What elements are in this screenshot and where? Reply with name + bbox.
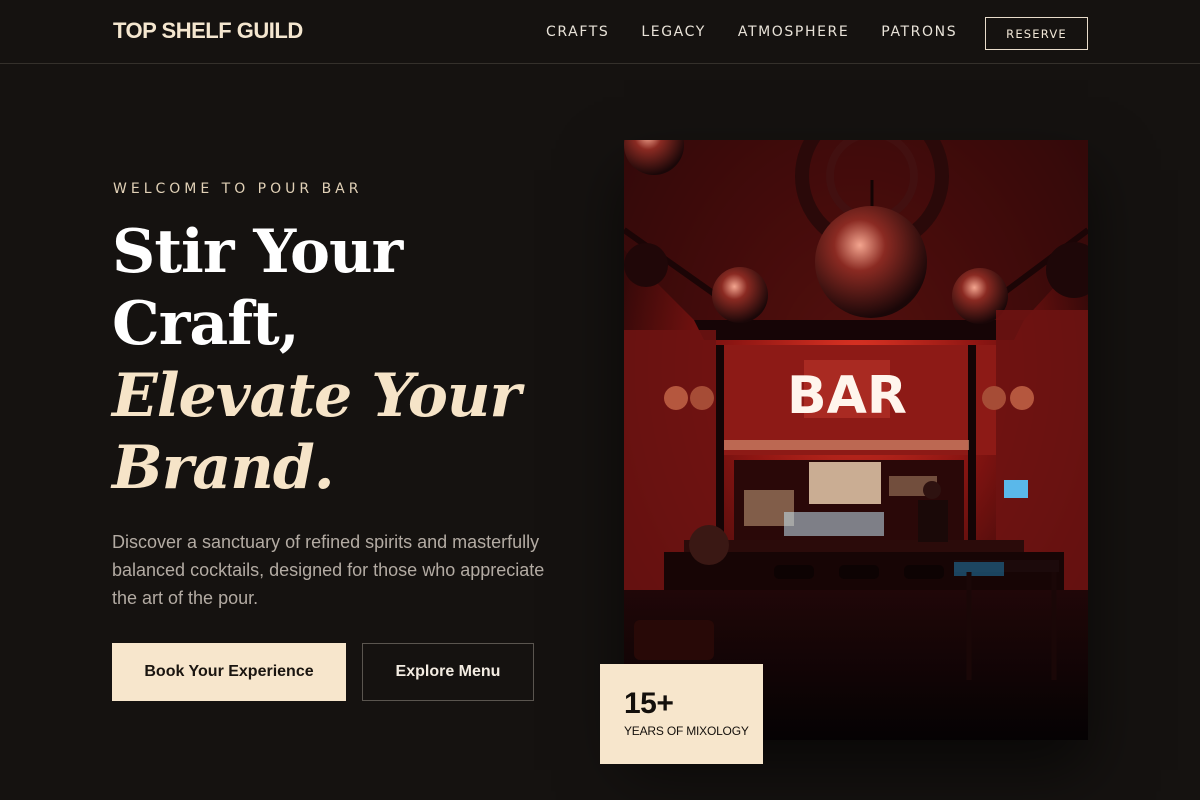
site-header: TOP SHELF GUILD CRAFTS LEGACY ATMOSPHERE… [0,0,1200,64]
headline-line-1: Stir Your [112,217,403,287]
bar-interior-photo: BAR [624,140,1088,740]
nav-link-legacy[interactable]: LEGACY [641,24,706,40]
hero-eyebrow: WELCOME TO POUR BAR [113,181,363,197]
experience-badge: 15+ YEARS OF MIXOLOGY [600,664,763,764]
reserve-button[interactable]: RESERVE [985,17,1088,50]
badge-number: 15+ [624,687,674,720]
hero-headline: Stir Your Craft, Elevate Your Brand. [112,216,582,504]
nav-link-crafts[interactable]: CRAFTS [546,24,609,40]
headline-line-2: Craft, [112,289,300,359]
nav-link-patrons[interactable]: PATRONS [881,24,957,40]
headline-accent-line-1: Elevate Your [112,361,521,431]
nav-link-atmosphere[interactable]: ATMOSPHERE [738,24,849,40]
book-experience-button[interactable]: Book Your Experience [112,643,346,701]
main-nav: CRAFTS LEGACY ATMOSPHERE PATRONS [546,24,989,40]
explore-menu-button[interactable]: Explore Menu [362,643,534,701]
hero-description: Discover a sanctuary of refined spirits … [112,532,545,608]
bar-sign-text: BAR [787,366,907,426]
badge-label: YEARS OF MIXOLOGY [624,724,749,738]
headline-accent-line-2: Brand. [112,433,335,503]
site-logo[interactable]: TOP SHELF GUILD [113,18,303,44]
